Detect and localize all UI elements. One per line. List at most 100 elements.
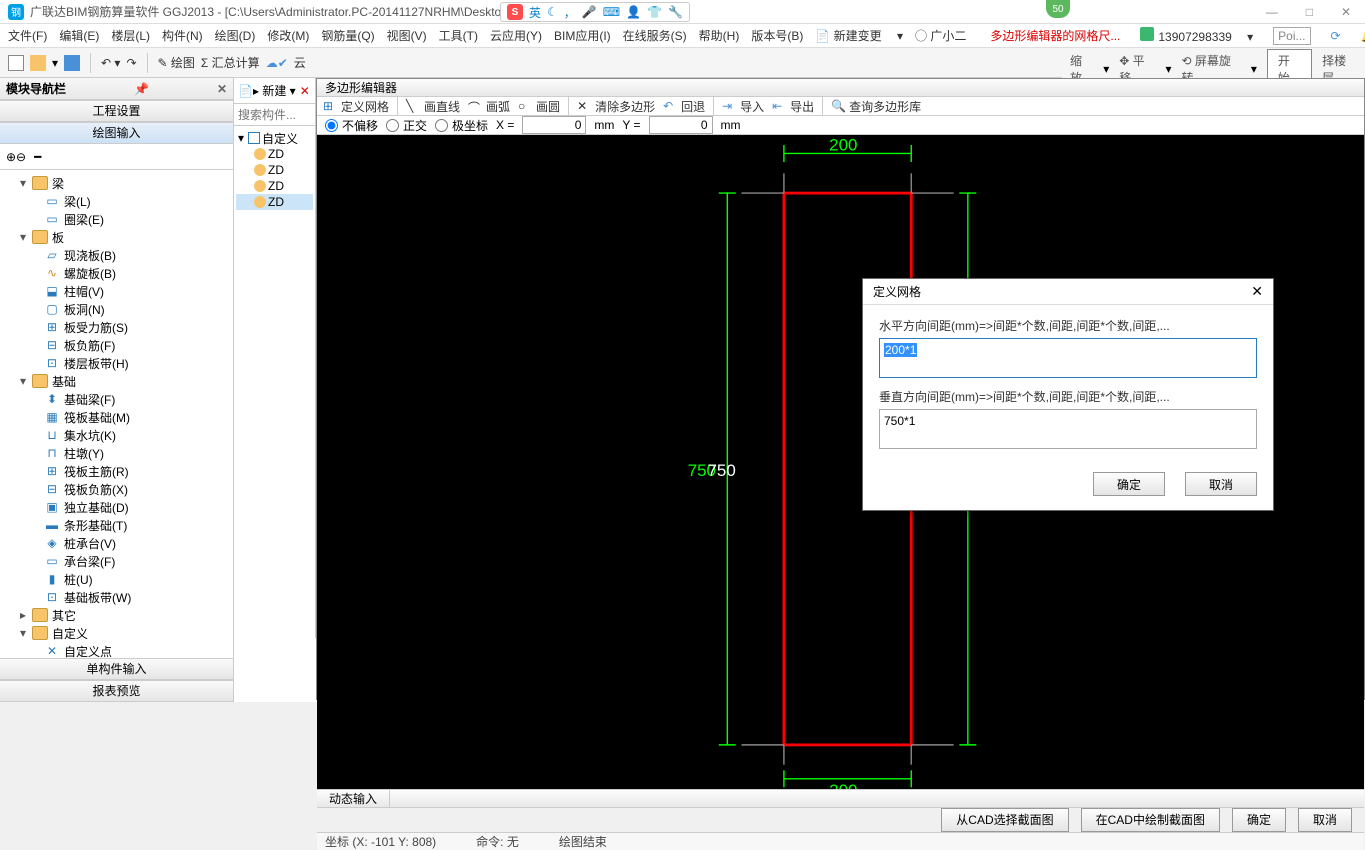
marquee-text[interactable]: 多边形编辑器的网格尺... bbox=[990, 27, 1120, 44]
clear-polygon-button[interactable]: ✕清除多边形 bbox=[577, 98, 655, 115]
tree-pile[interactable]: ▮桩(U) bbox=[0, 570, 233, 588]
tree-beam-l[interactable]: ▭梁(L) bbox=[0, 192, 233, 210]
tree-other[interactable]: ▸其它 bbox=[0, 606, 233, 624]
dialog-ok-button[interactable]: 确定 bbox=[1093, 472, 1165, 496]
close-button[interactable]: ✕ bbox=[1335, 5, 1357, 19]
new-component-button[interactable]: 📄▸ 新建 ▾ bbox=[238, 82, 296, 99]
new-change-button[interactable]: 📄 新建变更 ▾ bbox=[815, 27, 903, 44]
phone-number[interactable]: 13907298339 ▾ bbox=[1140, 27, 1253, 44]
menu-tool[interactable]: 工具(T) bbox=[439, 27, 478, 44]
tree-foundation[interactable]: ▾基础 bbox=[0, 372, 233, 390]
tree-isolated[interactable]: ▣独立基础(D) bbox=[0, 498, 233, 516]
dialog-cancel-button[interactable]: 取消 bbox=[1185, 472, 1257, 496]
draw-arc-button[interactable]: ⌒画弧 bbox=[468, 98, 510, 115]
tree-custom-point[interactable]: ✕自定义点 bbox=[0, 642, 233, 658]
draw-in-cad-button[interactable]: 在CAD中绘制截面图 bbox=[1081, 808, 1220, 832]
menu-modify[interactable]: 修改(M) bbox=[267, 27, 309, 44]
delete-component-icon[interactable]: ✕ bbox=[300, 84, 310, 98]
cloud-check-icon[interactable]: ☁✔ bbox=[266, 56, 288, 70]
tree-slab-force[interactable]: ⊞板受力筋(S) bbox=[0, 318, 233, 336]
tree-ring-beam[interactable]: ▭圈梁(E) bbox=[0, 210, 233, 228]
summary-button[interactable]: Σ 汇总计算 bbox=[201, 54, 260, 71]
nav-section-draw[interactable]: 绘图输入 bbox=[0, 122, 233, 144]
poi-box[interactable]: Poi... bbox=[1273, 27, 1310, 45]
poly-ok-button[interactable]: 确定 bbox=[1232, 808, 1286, 832]
save-file-icon[interactable] bbox=[64, 55, 80, 71]
tree-column-pier[interactable]: ⊓柱墩(Y) bbox=[0, 444, 233, 462]
undo-step-button[interactable]: ↶回退 bbox=[663, 98, 705, 115]
ime-lang[interactable]: 英 bbox=[529, 4, 541, 21]
import-button[interactable]: ⇥导入 bbox=[722, 98, 764, 115]
ime-user-icon[interactable]: 👤 bbox=[626, 5, 641, 19]
ime-mic-icon[interactable]: 🎤 bbox=[582, 5, 597, 19]
menu-version[interactable]: 版本号(B) bbox=[751, 27, 803, 44]
menu-cloud[interactable]: 云应用(Y) bbox=[490, 27, 542, 44]
nav-section-single[interactable]: 单构件输入 bbox=[0, 658, 233, 680]
nav-pin-icon[interactable]: 📌 bbox=[134, 82, 149, 96]
dialog-close-icon[interactable]: ✕ bbox=[1251, 283, 1263, 300]
expand-icon[interactable]: ⊕⊖ bbox=[6, 150, 26, 164]
refresh-icon[interactable]: ⟳ bbox=[1331, 29, 1341, 43]
tree-raft-main[interactable]: ⊞筏板主筋(R) bbox=[0, 462, 233, 480]
menu-bim[interactable]: BIM应用(I) bbox=[554, 27, 611, 44]
no-offset-radio[interactable]: 不偏移 bbox=[325, 117, 378, 134]
component-tree[interactable]: ▾梁 ▭梁(L) ▭圈梁(E) ▾板 ▱现浇板(B) ∿螺旋板(B) ⬓柱帽(V… bbox=[0, 170, 233, 658]
ortho-radio[interactable]: 正交 bbox=[386, 117, 427, 134]
maximize-button[interactable]: □ bbox=[1300, 5, 1319, 19]
nav-section-project[interactable]: 工程设置 bbox=[0, 100, 233, 122]
menu-online[interactable]: 在线服务(S) bbox=[623, 27, 687, 44]
y-input[interactable] bbox=[649, 116, 713, 134]
vertical-input[interactable] bbox=[879, 409, 1257, 449]
tree-floor-strip[interactable]: ⊡楼层板带(H) bbox=[0, 354, 233, 372]
poly-cancel-button[interactable]: 取消 bbox=[1298, 808, 1352, 832]
component-list[interactable]: ▾自定义 ZD ZD ZD ZD bbox=[234, 126, 315, 214]
define-grid-button[interactable]: ⊞定义网格 bbox=[323, 98, 389, 115]
tree-slab[interactable]: ▾板 bbox=[0, 228, 233, 246]
export-button[interactable]: ⇤导出 bbox=[772, 98, 814, 115]
tree-found-beam[interactable]: ⬍基础梁(F) bbox=[0, 390, 233, 408]
tree-beam[interactable]: ▾梁 bbox=[0, 174, 233, 192]
tree-raft[interactable]: ▦筏板基础(M) bbox=[0, 408, 233, 426]
component-search[interactable] bbox=[234, 104, 315, 126]
user-label[interactable]: ◯ 广小二 bbox=[915, 27, 978, 44]
nav-close-icon[interactable]: ✕ bbox=[217, 82, 227, 96]
notification-badge[interactable]: 50 bbox=[1046, 0, 1070, 18]
component-root[interactable]: ▾自定义 bbox=[236, 130, 313, 146]
redo-icon[interactable]: ↷ bbox=[126, 56, 136, 70]
menu-help[interactable]: 帮助(H) bbox=[699, 27, 740, 44]
component-item-1[interactable]: ZD bbox=[236, 162, 313, 178]
menu-draw[interactable]: 绘图(D) bbox=[215, 27, 256, 44]
tree-cap-beam[interactable]: ▭承台梁(F) bbox=[0, 552, 233, 570]
menu-component[interactable]: 构件(N) bbox=[162, 27, 203, 44]
draw-button[interactable]: ✎ 绘图 bbox=[158, 54, 195, 71]
tree-slab-neg[interactable]: ⊟板负筋(F) bbox=[0, 336, 233, 354]
ime-keyboard-icon[interactable]: ⌨ bbox=[603, 5, 620, 19]
menu-edit[interactable]: 编辑(E) bbox=[59, 27, 99, 44]
menu-floor[interactable]: 楼层(L) bbox=[111, 27, 150, 44]
tree-found-strip[interactable]: ⊡基础板带(W) bbox=[0, 588, 233, 606]
tree-spiral-slab[interactable]: ∿螺旋板(B) bbox=[0, 264, 233, 282]
menu-view[interactable]: 视图(V) bbox=[387, 27, 427, 44]
ime-wrench-icon[interactable]: 🔧 bbox=[668, 5, 683, 19]
minimize-button[interactable]: — bbox=[1260, 5, 1284, 19]
ime-toolbar[interactable]: S 英 ☾ ， 🎤 ⌨ 👤 👕 🔧 bbox=[500, 2, 690, 22]
tree-column-cap[interactable]: ⬓柱帽(V) bbox=[0, 282, 233, 300]
ime-shirt-icon[interactable]: 👕 bbox=[647, 5, 662, 19]
cloud-button[interactable]: 云 bbox=[294, 54, 306, 71]
dialog-title-bar[interactable]: 定义网格 ✕ bbox=[863, 279, 1273, 305]
tree-custom[interactable]: ▾自定义 bbox=[0, 624, 233, 642]
query-library-button[interactable]: 🔍查询多边形库 bbox=[831, 98, 921, 115]
draw-line-button[interactable]: ╲画直线 bbox=[406, 98, 460, 115]
nav-section-report[interactable]: 报表预览 bbox=[0, 680, 233, 702]
from-cad-select-button[interactable]: 从CAD选择截面图 bbox=[941, 808, 1068, 832]
component-item-0[interactable]: ZD bbox=[236, 146, 313, 162]
open-file-icon[interactable] bbox=[30, 55, 46, 71]
menu-rebar[interactable]: 钢筋量(Q) bbox=[321, 27, 374, 44]
ime-moon-icon[interactable]: ☾ bbox=[547, 5, 558, 19]
new-file-icon[interactable] bbox=[8, 55, 24, 71]
collapse-icon[interactable]: ━ bbox=[34, 150, 41, 164]
tree-slab-hole[interactable]: ▢板洞(N) bbox=[0, 300, 233, 318]
component-item-3[interactable]: ZD bbox=[236, 194, 313, 210]
bell-icon[interactable]: 🔔 bbox=[1361, 29, 1365, 43]
tree-strip-found[interactable]: ▬条形基础(T) bbox=[0, 516, 233, 534]
